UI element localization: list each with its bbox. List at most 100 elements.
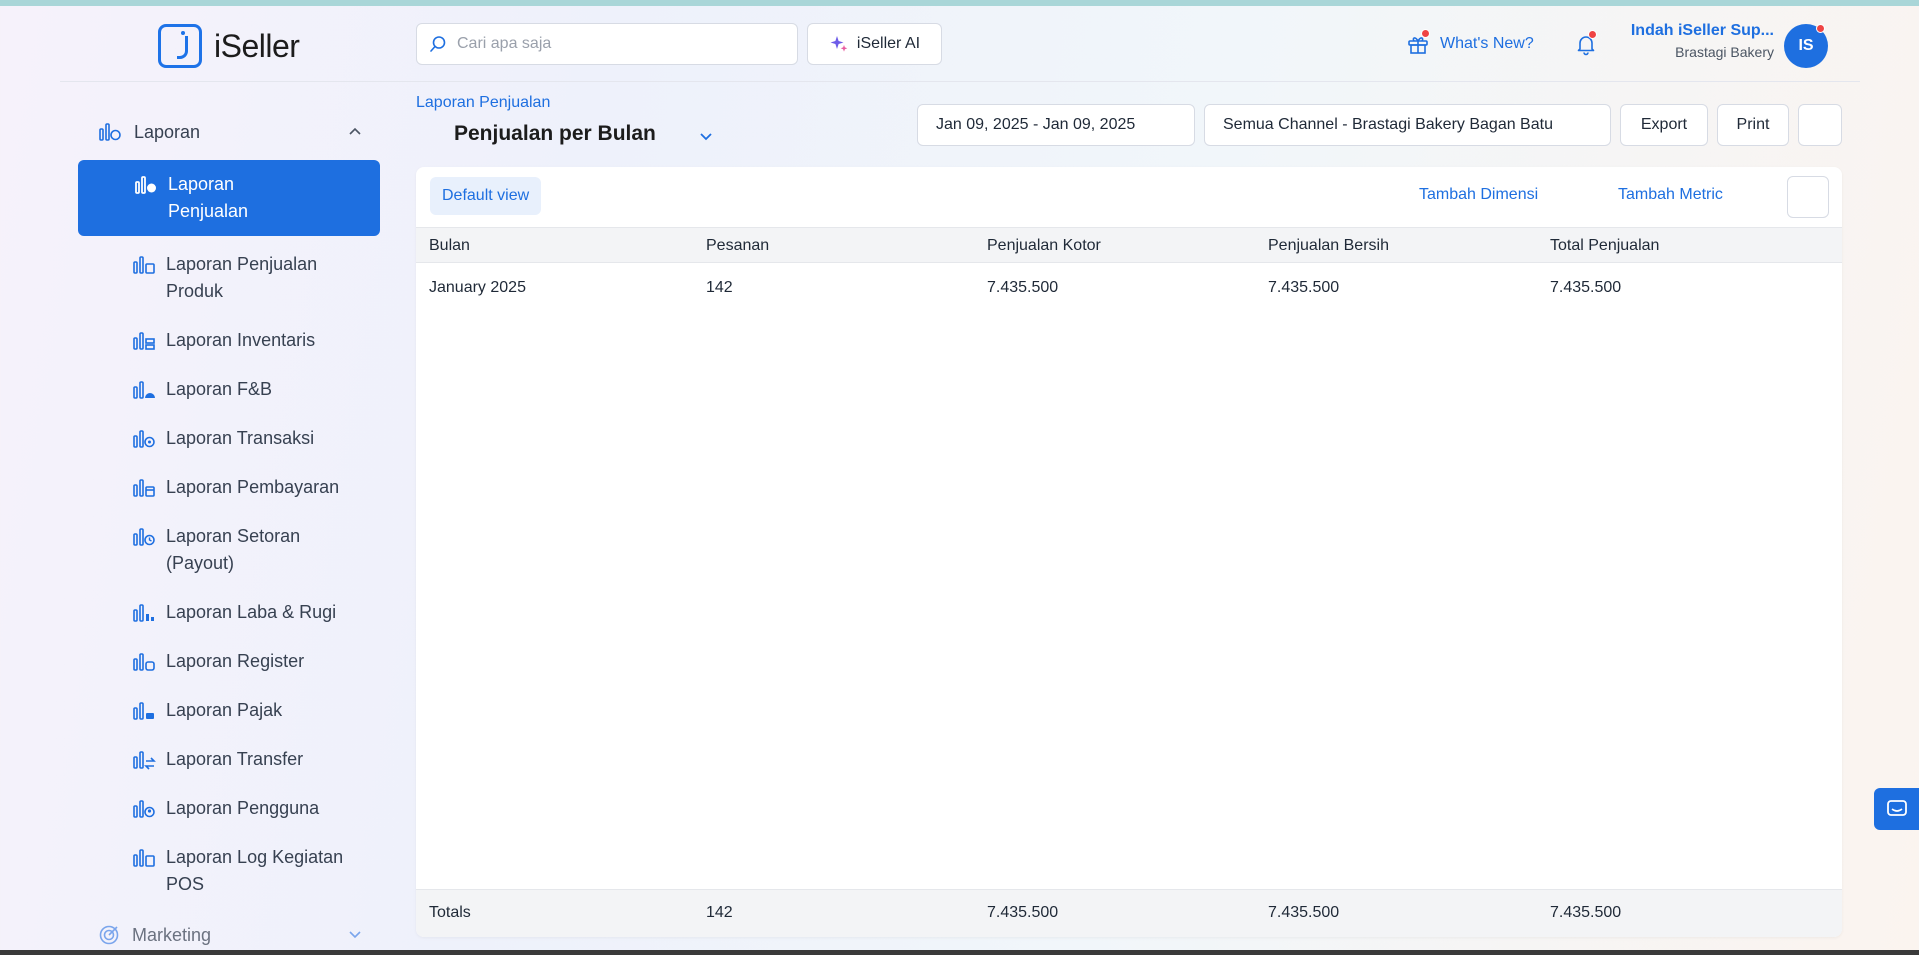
sidebar-item-label: Laporan Transfer [166,749,304,769]
sidebar-item-label: Laporan Penjualan [168,174,249,221]
notification-dot [1588,30,1597,39]
sidebar-item-laporan-transaksi[interactable]: Laporan Transaksi [78,414,380,463]
top-header: iSeller iSeller AI What's New? [0,6,1919,82]
activity-log-report-icon [133,849,155,867]
user-store: Brastagi Bakery [1675,44,1774,60]
default-view-label: Default view [442,187,530,204]
report-icon [99,123,121,141]
sidebar-section-label: Laporan [134,121,201,142]
avatar[interactable]: IS [1784,24,1828,68]
add-metric-button[interactable]: Tambah Metric [1618,186,1723,204]
profit-loss-report-icon [133,604,154,622]
chat-icon [1886,800,1907,816]
sidebar-item-label: Laporan Transaksi [166,428,315,448]
whats-new-dot [1421,29,1430,38]
sidebar-item-label: Laporan Inventaris [166,330,316,350]
sidebar-item-laporan-fnb[interactable]: Laporan F&B [78,365,380,414]
sales-report-icon [135,176,156,194]
table-header: Bulan Pesanan Penjualan Kotor Penjualan … [416,227,1842,263]
bottom-edge [0,950,1919,955]
table-totals-row: Totals 142 7.435.500 7.435.500 7.435.500 [416,889,1842,937]
avatar-initials: IS [1798,37,1814,54]
iseller-ai-button[interactable]: iSeller AI [807,23,942,65]
column-header-penjualan-kotor[interactable]: Penjualan Kotor [987,237,1101,255]
add-dimension-button[interactable]: Tambah Dimensi [1419,186,1538,204]
report-card: Default view Tambah Dimensi Tambah Metri… [416,167,1842,937]
print-button[interactable]: Print [1717,104,1789,146]
sidebar-item-label: Laporan Setoran (Payout) [166,526,301,573]
totals-pesanan: 142 [706,904,733,921]
cell-bulan: January 2025 [429,279,526,296]
product-report-icon [133,256,155,274]
sidebar-nav: Laporan Penjualan Laporan Penjualan Prod… [78,160,380,909]
column-header-total-penjualan[interactable]: Total Penjualan [1550,237,1659,255]
inventory-report-icon [133,332,155,350]
sidebar-item-label: Laporan Laba & Rugi [166,602,337,622]
whats-new-link[interactable]: What's New? [1406,29,1534,56]
print-label: Print [1736,116,1770,133]
export-label: Export [1640,116,1688,133]
sidebar-item-laporan-pengguna[interactable]: Laporan Pengguna [78,784,380,833]
export-button[interactable]: Export [1620,104,1708,146]
app-name: iSeller [214,27,300,64]
totals-total-penjualan: 7.435.500 [1550,904,1622,921]
search-icon [430,36,446,52]
column-header-bulan[interactable]: Bulan [429,237,470,255]
user-name: Indah iSeller Sup... [1630,22,1774,39]
sidebar-item-label: Laporan Penjualan Produk [166,254,318,301]
header-divider [60,81,1860,82]
more-options-button[interactable] [1798,104,1842,146]
app-logo[interactable]: iSeller [158,24,300,68]
sidebar-item-label: Laporan F&B [166,379,273,399]
channel-value: Semua Channel - Brastagi Bakery Bagan Ba… [1223,116,1553,133]
cell-pesanan: 142 [706,279,733,296]
sidebar-item-laporan-log-kegiatan-pos[interactable]: Laporan Log Kegiatan POS [78,833,380,909]
transfer-report-icon [133,751,156,770]
column-header-pesanan[interactable]: Pesanan [706,237,769,255]
cell-penjualan-kotor: 7.435.500 [987,279,1059,296]
sidebar-item-laporan-pajak[interactable]: Laporan Pajak [78,686,380,735]
whats-new-label: What's New? [1440,35,1534,52]
table-row[interactable]: January 2025 142 7.435.500 7.435.500 7.4… [416,263,1842,313]
sidebar-item-laporan-penjualan-produk[interactable]: Laporan Penjualan Produk [78,240,380,316]
iseller-logo-icon [158,24,202,68]
sidebar-section-marketing[interactable]: Marketing [78,913,380,955]
sidebar-item-label: Laporan Log Kegiatan POS [166,847,344,894]
sparkle-icon [830,36,848,52]
global-search[interactable] [416,23,798,65]
date-range-value: Jan 09, 2025 - Jan 09, 2025 [936,116,1136,133]
cell-penjualan-bersih: 7.435.500 [1268,279,1340,296]
page-title[interactable]: Penjualan per Bulan [454,122,656,146]
date-range-picker[interactable]: Jan 09, 2025 - Jan 09, 2025 [917,104,1195,146]
report-toolbar: Default view Tambah Dimensi Tambah Metri… [416,167,1842,227]
breadcrumb[interactable]: Laporan Penjualan [416,94,550,112]
sidebar-item-laporan-transfer[interactable]: Laporan Transfer [78,735,380,784]
chevron-up-icon [349,127,361,135]
chat-support-button[interactable] [1874,788,1919,830]
sidebar-item-laporan-penjualan[interactable]: Laporan Penjualan [78,160,380,236]
totals-penjualan-bersih: 7.435.500 [1268,904,1340,921]
sidebar-item-laporan-register[interactable]: Laporan Register [78,637,380,686]
column-settings-button[interactable] [1787,176,1829,218]
chevron-down-icon[interactable] [698,128,714,144]
sidebar-section-laporan[interactable]: Laporan [78,110,380,154]
sidebar-item-laporan-inventaris[interactable]: Laporan Inventaris [78,316,380,365]
transaction-report-icon [133,430,155,448]
sidebar-item-label: Laporan Register [166,651,305,671]
default-view-button[interactable]: Default view [430,177,542,215]
fnb-report-icon [133,381,155,399]
tax-report-icon [133,702,154,720]
sidebar-item-label: Laporan Pajak [166,700,283,720]
totals-penjualan-kotor: 7.435.500 [987,904,1059,921]
register-report-icon [133,653,155,671]
search-input[interactable] [457,35,777,53]
notification-button[interactable] [1574,30,1600,58]
channel-selector[interactable]: Semua Channel - Brastagi Bakery Bagan Ba… [1204,104,1611,146]
sidebar-item-laporan-setoran[interactable]: Laporan Setoran (Payout) [78,512,380,588]
sidebar-item-laporan-laba-rugi[interactable]: Laporan Laba & Rugi [78,588,380,637]
user-menu[interactable]: Indah iSeller Sup... Brastagi Bakery [1620,22,1774,60]
totals-label: Totals [429,904,471,921]
sidebar-item-label: Laporan Pengguna [166,798,320,818]
sidebar-item-laporan-pembayaran[interactable]: Laporan Pembayaran [78,463,380,512]
column-header-penjualan-bersih[interactable]: Penjualan Bersih [1268,237,1389,255]
